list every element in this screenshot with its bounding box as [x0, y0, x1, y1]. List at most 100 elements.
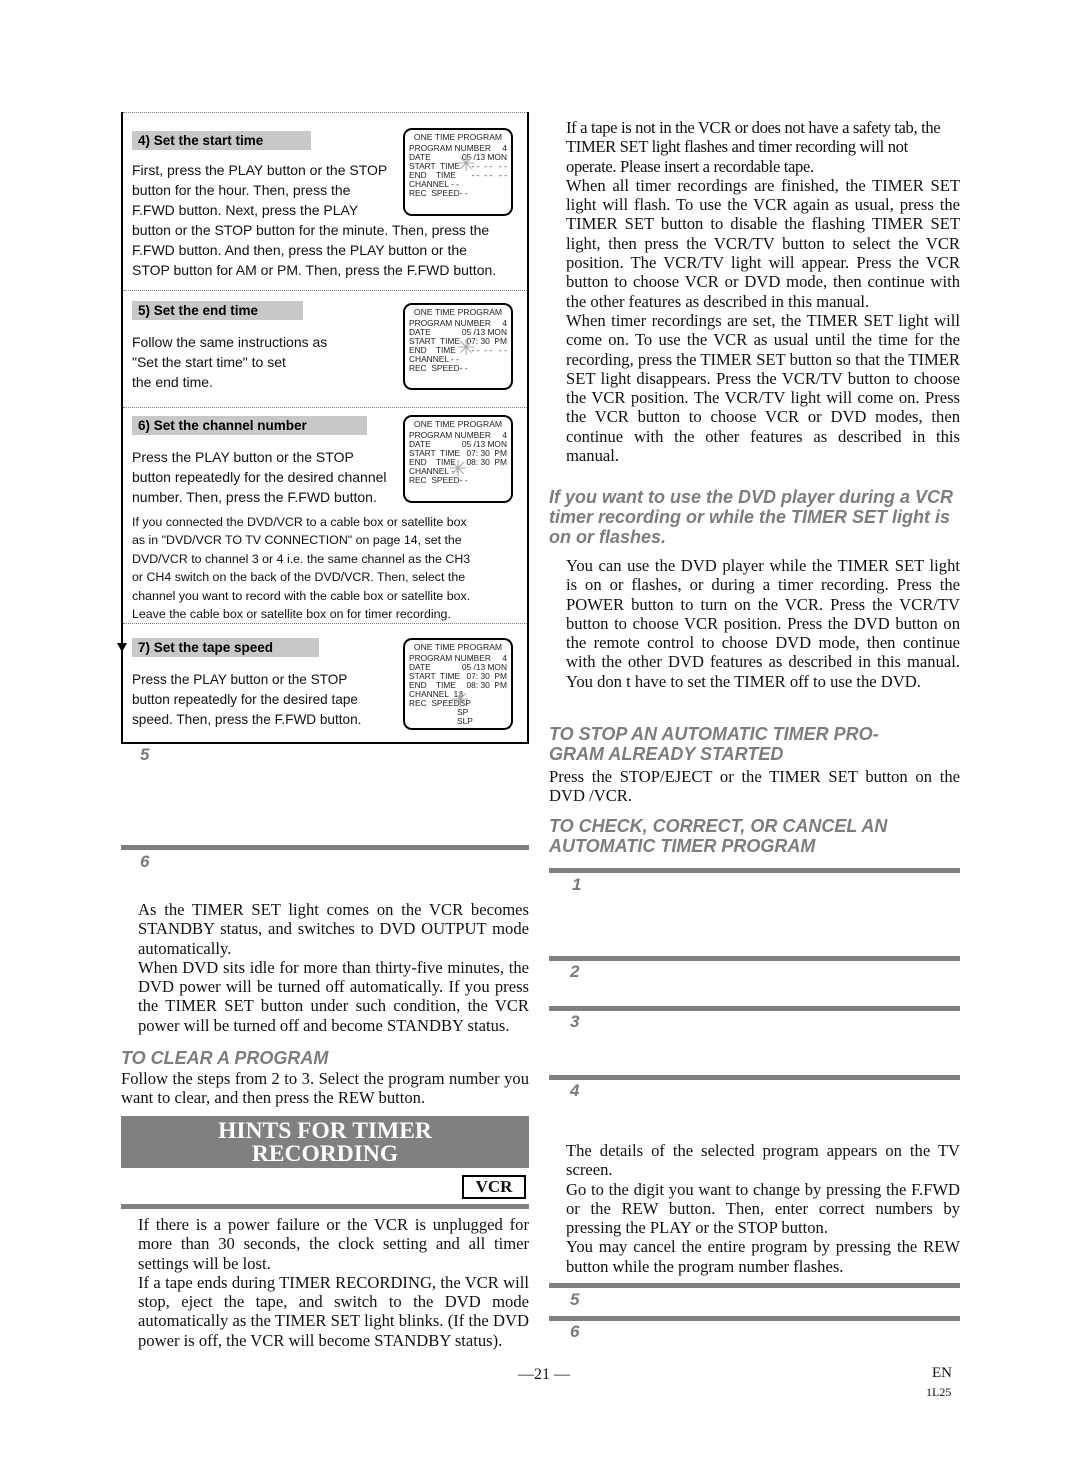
- paragraph: When DVD sits idle for more than thirty-…: [138, 957, 529, 1035]
- vcr-badge: VCR: [462, 1175, 526, 1199]
- text-line: button for the hour. Then, press the: [132, 182, 351, 198]
- osd-screen-channel: ONE TIME PROGRAM PROGRAM NUMBER 4 DATE 05 …: [403, 415, 513, 503]
- osd-option: SLP: [457, 716, 473, 726]
- text-line: DVD/VCR to channel 3 or 4 i.e. the same …: [132, 551, 471, 566]
- flashing-cursor-icon: ✳: [451, 688, 470, 713]
- text-line: If you connected the DVD/VCR to a cable …: [132, 515, 467, 529]
- flashing-cursor-icon: ✳: [457, 336, 476, 361]
- stop-timer-text: Press the STOP/EJECT or the TIMER SET bu…: [549, 767, 960, 806]
- section-rule: [549, 1006, 960, 1011]
- osd-row: REC SPEED - -: [409, 189, 507, 198]
- paragraph: You may cancel the entire program by pre…: [566, 1237, 960, 1276]
- heading-line: TO STOP AN AUTOMATIC TIMER PRO-: [549, 724, 879, 744]
- section-rule: [549, 956, 960, 961]
- step-number: 2: [570, 962, 580, 981]
- step-number: 6: [570, 1322, 580, 1341]
- text-line: button repeatedly for the desired tape: [132, 692, 358, 707]
- paragraph: The details of the selected program appe…: [566, 1141, 960, 1180]
- step4-text: First, press the PLAY button or the STOP…: [132, 160, 402, 220]
- osd-title: ONE TIME PROGRAM: [413, 419, 503, 429]
- paragraph: Follow the steps from 2 to 3. Select the…: [121, 1069, 529, 1108]
- osd-value: - -: [459, 363, 468, 373]
- hints-body: If there is a power failure or the VCR i…: [121, 1215, 529, 1350]
- osd-row: REC SPEED - -: [409, 364, 507, 373]
- step7-text: Press the PLAY button or the STOP button…: [132, 670, 402, 730]
- text-line: speed. Then, press the F.FWD button.: [132, 712, 362, 727]
- osd-screen-tape-speed: ONE TIME PROGRAM PROGRAM NUMBER 4 DATE 05 …: [403, 638, 513, 730]
- clear-program-heading: TO CLEAR A PROGRAM: [121, 1048, 329, 1068]
- step7-title: 7) Set the tape speed: [132, 638, 319, 657]
- osd-title: ONE TIME PROGRAM: [413, 307, 503, 317]
- step-number: 6: [140, 852, 150, 871]
- heading-line: AUTOMATIC TIMER PROGRAM: [549, 836, 816, 856]
- step-number: 1: [572, 875, 582, 894]
- dvd-during-timer-heading: If you want to use the DVD player during…: [549, 487, 954, 547]
- osd-title: ONE TIME PROGRAM: [413, 132, 503, 142]
- osd-value: - -: [459, 188, 468, 198]
- osd-label: REC SPEED: [409, 188, 460, 198]
- osd-label: REC SPEED: [409, 363, 460, 373]
- document-code: 1L25: [926, 1385, 952, 1399]
- section-rule: [549, 1283, 960, 1288]
- text-line: button or the STOP button for the minute…: [132, 222, 490, 238]
- step6-body: As the TIMER SET light comes on the VCR …: [121, 900, 529, 1035]
- text-line: First, press the PLAY button or the STOP: [132, 162, 388, 178]
- step6-text: Press the PLAY button or the STOP button…: [132, 447, 412, 507]
- paragraph: You can use the DVD player while the TIM…: [566, 556, 960, 691]
- text-line: STOP button for AM or PM. Then, press th…: [132, 262, 497, 278]
- paragraph: If a tape ends during TIMER RECORDING, t…: [138, 1272, 529, 1350]
- section-rule: [549, 1075, 960, 1080]
- paragraph: If there is a power failure or the VCR i…: [138, 1215, 529, 1273]
- text-line: Press the PLAY button or the STOP: [132, 449, 354, 465]
- osd-screen-end-time: ONE TIME PROGRAM PROGRAM NUMBER 4 DATE 05 …: [403, 303, 513, 390]
- text-line: the end time.: [132, 374, 213, 390]
- heading-line: GRAM ALREADY STARTED: [549, 744, 784, 764]
- check-step4-body: The details of the selected program appe…: [566, 1141, 960, 1276]
- cable-box-note: If you connected the DVD/VCR to a cable …: [132, 513, 527, 623]
- divider: [123, 112, 527, 113]
- divider: [123, 290, 527, 291]
- section-rule: [121, 1204, 529, 1209]
- flashing-cursor-icon: ✳: [449, 457, 468, 482]
- step-number: 3: [570, 1012, 580, 1031]
- right-intro: If a tape is not in the VCR or does not …: [566, 118, 960, 465]
- page-number: —21 —: [518, 1366, 570, 1383]
- hints-banner: HINTS FOR TIMER RECORDING: [121, 1116, 529, 1168]
- text-line: Leave the cable box or satellite box on …: [132, 607, 451, 622]
- osd-value: - - - - - -: [471, 170, 507, 180]
- paragraph: When all timer recordings are finished, …: [566, 175, 960, 311]
- text-line: as in "DVD/VCR TO TV CONNECTION" on page…: [132, 533, 462, 548]
- section-rule: [549, 1316, 960, 1321]
- text-line: channel you want to record with the cabl…: [132, 588, 471, 603]
- step4-text-continued: button or the STOP button for the minute…: [132, 220, 527, 280]
- divider: [123, 407, 527, 408]
- text-line: number. Then, press the F.FWD button.: [132, 489, 377, 505]
- text-line: Press the PLAY button or the STOP: [132, 672, 348, 687]
- osd-screen-start-time: ONE TIME PROGRAM PROGRAM NUMBER 4 DATE 05 …: [403, 128, 513, 216]
- hints-title: HINTS FOR TIMER: [218, 1118, 432, 1144]
- section-rule: [549, 868, 960, 873]
- osd-value: 08: 30 PM: [466, 680, 507, 690]
- text-line: or CH4 switch on the back of the DVD/VCR…: [132, 570, 466, 585]
- stop-timer-heading: TO STOP AN AUTOMATIC TIMER PRO- GRAM ALR…: [549, 724, 879, 764]
- paragraph: Go to the digit you want to change by pr…: [566, 1179, 960, 1238]
- osd-value: 08: 30 PM: [466, 457, 507, 467]
- arrow-down-icon: [117, 643, 127, 652]
- step-number: 4: [570, 1081, 580, 1100]
- hints-title: RECORDING: [251, 1141, 399, 1167]
- flashing-cursor-icon: ✳: [457, 152, 476, 177]
- text-line: Follow the same instructions as: [132, 334, 328, 350]
- heading-line: TO CHECK, CORRECT, OR CANCEL AN: [549, 816, 888, 836]
- paragraph: If a tape is not in the VCR or does not …: [566, 118, 941, 176]
- text-line: "Set the start time" to set: [132, 354, 286, 370]
- step4-title: 4) Set the start time: [132, 131, 311, 150]
- section-rule: [121, 845, 529, 850]
- dvd-during-timer-text: You can use the DVD player while the TIM…: [566, 556, 960, 691]
- timer-steps-panel: 4) Set the start time First, press the P…: [117, 112, 529, 744]
- step6-title: 6) Set the channel number: [132, 416, 367, 435]
- text-line: button repeatedly for the desired channe…: [132, 469, 387, 485]
- clear-program-text: Follow the steps from 2 to 3. Select the…: [121, 1069, 529, 1108]
- paragraph: Press the STOP/EJECT or the TIMER SET bu…: [549, 767, 960, 806]
- paragraph: As the TIMER SET light comes on the VCR …: [138, 900, 529, 958]
- text-line: F.FWD button. And then, press the PLAY b…: [132, 242, 467, 258]
